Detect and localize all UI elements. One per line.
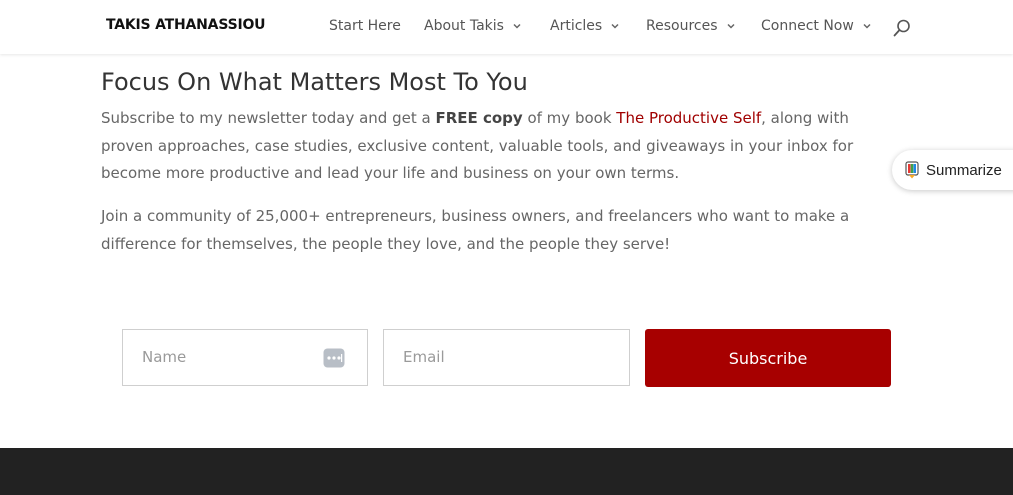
page-title: Focus On What Matters Most To You — [101, 68, 528, 96]
email-input[interactable]: Email — [383, 329, 630, 386]
email-placeholder: Email — [403, 348, 445, 366]
name-placeholder: Name — [142, 348, 187, 366]
nav-item-articles[interactable]: Articles — [550, 18, 620, 34]
chevron-down-icon — [863, 23, 871, 29]
site-logo[interactable]: TAKIS ATHANASSIOU — [106, 17, 266, 33]
chevron-down-icon — [726, 23, 735, 29]
intro-text: Subscribe to my newsletter today and get… — [101, 109, 436, 127]
book-link[interactable]: The Productive Self — [616, 109, 761, 127]
nav-item-label: Connect Now — [761, 18, 854, 34]
password-manager-icon[interactable] — [323, 348, 345, 368]
nav-item-resources[interactable]: Resources — [646, 18, 736, 34]
summarize-icon — [905, 161, 919, 179]
summarize-label: Summarize — [926, 161, 1002, 179]
nav-item-label: Articles — [550, 18, 603, 34]
nav-item-label: About Takis — [424, 18, 504, 34]
nav-item-label: Resources — [646, 18, 718, 34]
nav-item-start-here[interactable]: Start Here — [329, 18, 401, 34]
intro-paragraph: Subscribe to my newsletter today and get… — [101, 105, 901, 188]
search-icon[interactable] — [893, 19, 911, 37]
chevron-down-icon — [611, 23, 619, 29]
name-input[interactable]: Name — [122, 329, 368, 386]
subscribe-button[interactable]: Subscribe — [645, 329, 891, 387]
chevron-down-icon — [513, 23, 521, 29]
community-paragraph: Join a community of 25,000+ entrepreneur… — [101, 207, 850, 253]
free-copy-emphasis: FREE copy — [435, 109, 523, 127]
nav-item-connect-now[interactable]: Connect Now — [761, 18, 872, 34]
nav-item-label: Start Here — [329, 18, 401, 34]
summarize-button[interactable]: Summarize — [892, 150, 1013, 190]
intro-text: of my book — [522, 109, 617, 127]
nav-item-about-takis[interactable]: About Takis — [424, 18, 522, 34]
site-header: TAKIS ATHANASSIOU Start Here About Takis… — [0, 0, 1013, 54]
site-footer — [0, 448, 1013, 495]
